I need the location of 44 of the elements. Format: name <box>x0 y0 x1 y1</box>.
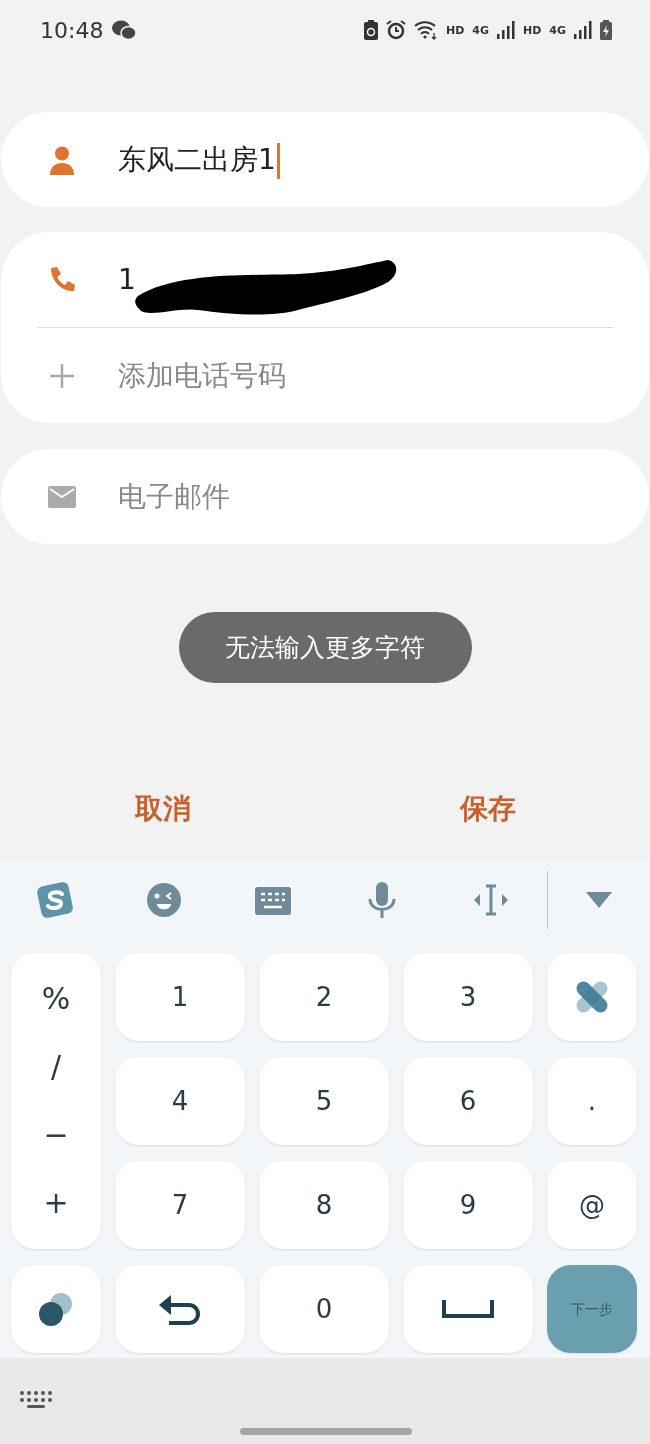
network-label: 4G <box>549 24 566 36</box>
signal-icon <box>496 21 515 39</box>
battery-icon <box>600 20 612 40</box>
key[interactable]: 4 <box>115 1057 245 1145</box>
person-icon <box>47 144 77 175</box>
key[interactable]: 0 <box>259 1265 389 1353</box>
space-icon[interactable] <box>442 1300 494 1318</box>
key[interactable]: @ <box>547 1161 637 1249</box>
bandage-icon[interactable] <box>575 980 609 1014</box>
cancel-button[interactable]: 取消 <box>128 779 197 839</box>
key[interactable]: 9 <box>403 1161 533 1249</box>
signal-icon <box>574 21 592 39</box>
network-label: HD <box>522 24 542 36</box>
key[interactable]: 2 <box>259 953 389 1041</box>
symbol-key[interactable]: / <box>50 1052 62 1082</box>
key[interactable]: . <box>547 1057 637 1145</box>
alarm-icon <box>385 20 406 40</box>
symbol-key-column[interactable]: % / − + <box>11 953 101 1249</box>
clock: 10:48 <box>40 16 104 45</box>
key[interactable]: 1 <box>115 953 245 1041</box>
email-field[interactable]: 电子邮件 <box>118 475 518 518</box>
phone-field[interactable]: 1 <box>118 258 136 301</box>
mail-icon <box>47 483 77 510</box>
key[interactable]: 6 <box>403 1057 533 1145</box>
toast-message: 无法输入更多字符 <box>178 612 472 683</box>
network-label: 4G <box>472 24 489 36</box>
add-phone-button[interactable]: 添加电话号码 <box>118 354 286 397</box>
key[interactable]: 8 <box>259 1161 389 1249</box>
key[interactable]: 5 <box>259 1057 389 1145</box>
name-field[interactable]: 东风二出房1 <box>118 138 280 181</box>
collapse-icon[interactable] <box>585 890 613 909</box>
symbol-key[interactable]: % <box>41 984 71 1014</box>
symbol-key[interactable]: − <box>43 1120 69 1150</box>
wifi-icon <box>413 20 438 40</box>
save-button[interactable]: 保存 <box>453 779 522 839</box>
symbol-key[interactable]: + <box>43 1188 69 1218</box>
undo-icon[interactable] <box>157 1293 203 1325</box>
email-card[interactable]: 电子邮件 <box>1 449 649 544</box>
key[interactable]: 3 <box>403 953 533 1041</box>
battery-saver-icon <box>363 20 378 40</box>
key[interactable]: 7 <box>115 1161 245 1249</box>
network-label: HD <box>445 24 465 36</box>
keyboard-icon[interactable] <box>19 1390 53 1410</box>
chat-icon <box>111 19 138 41</box>
